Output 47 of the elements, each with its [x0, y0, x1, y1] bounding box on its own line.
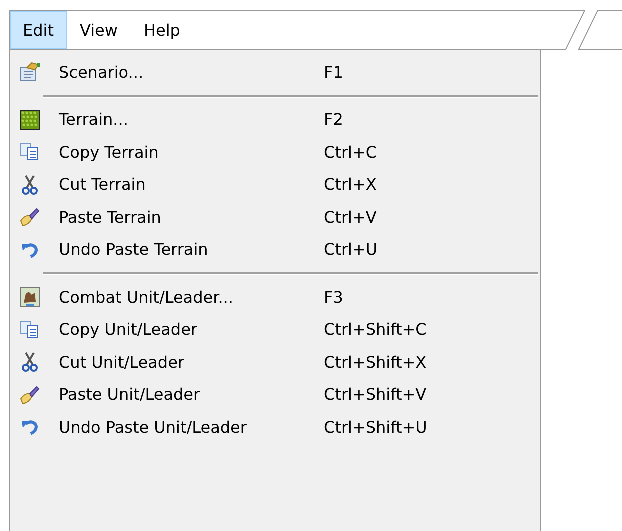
brush-icon	[19, 384, 41, 405]
shortcut-label: Ctrl+C	[324, 142, 378, 162]
menu-item-label: Paste Terrain	[58, 208, 162, 227]
shortcut-label: Ctrl+Shift+V	[324, 385, 427, 404]
hex-grid-icon	[20, 110, 40, 130]
menu-item[interactable]: Paste Unit/Leader Ctrl+Shift+V	[13, 378, 538, 411]
scissors-icon	[22, 352, 38, 372]
shortcut-label: Ctrl+X	[324, 175, 377, 194]
undo-icon	[20, 418, 40, 436]
shortcut-label: F1	[324, 62, 344, 82]
menu-item-label: Cut Terrain	[58, 175, 147, 194]
shortcut-label: Ctrl+Shift+C	[324, 320, 427, 340]
menu-item[interactable]: Copy Unit/Leader Ctrl+Shift+C	[13, 314, 538, 346]
shortcut-label: Ctrl+Shift+X	[324, 352, 427, 372]
menu-item-label: Scenario...	[58, 62, 145, 82]
menu-item-label: Cut Unit/Leader	[58, 352, 186, 372]
menu-item[interactable]: Combat Unit/Leader... F3	[13, 281, 538, 314]
menu-item[interactable]: Undo Paste Unit/Leader Ctrl+Shift+U	[13, 411, 538, 444]
menu-item-label: Terrain...	[58, 110, 130, 130]
soldier-picture-icon	[20, 287, 40, 308]
menu-item-label: Combat Unit/Leader...	[58, 288, 234, 307]
menu-bar-item[interactable]: View	[66, 11, 131, 49]
shortcut-label: Ctrl+U	[324, 240, 378, 260]
menu-item[interactable]: Undo Paste Terrain Ctrl+U	[13, 234, 538, 266]
undo-icon	[20, 240, 40, 259]
shortcut-label: F2	[324, 110, 344, 130]
copy-icon	[20, 143, 40, 162]
menu-bar-item[interactable]: Help	[130, 11, 194, 49]
shortcut-label: Ctrl+V	[324, 208, 377, 227]
menu-item-label: Copy Unit/Leader	[58, 320, 198, 340]
menu-item-label: Undo Paste Terrain	[58, 240, 210, 260]
menu-item-label: Copy Terrain	[58, 142, 160, 162]
shortcut-label: Ctrl+Shift+U	[324, 418, 428, 437]
menu-item[interactable]: Copy Terrain Ctrl+C	[13, 136, 538, 168]
menu-item-label: Paste Unit/Leader	[58, 385, 202, 404]
menu-item-label: Undo Paste Unit/Leader	[58, 418, 248, 437]
scissors-icon	[22, 174, 38, 195]
copy-icon	[20, 320, 40, 339]
menu-item[interactable]: Cut Terrain Ctrl+X	[13, 168, 538, 201]
brush-icon	[19, 207, 41, 228]
document-icon	[19, 62, 41, 82]
menu-item[interactable]: Cut Unit/Leader Ctrl+Shift+X	[13, 346, 538, 378]
menu-bar-item[interactable]: Edit	[10, 11, 67, 49]
shortcut-label: F3	[324, 288, 344, 307]
menu-item[interactable]: Terrain... F2	[13, 104, 538, 136]
menu-item[interactable]: Scenario... F1	[13, 56, 538, 88]
menu-item[interactable]: Paste Terrain Ctrl+V	[13, 201, 538, 234]
